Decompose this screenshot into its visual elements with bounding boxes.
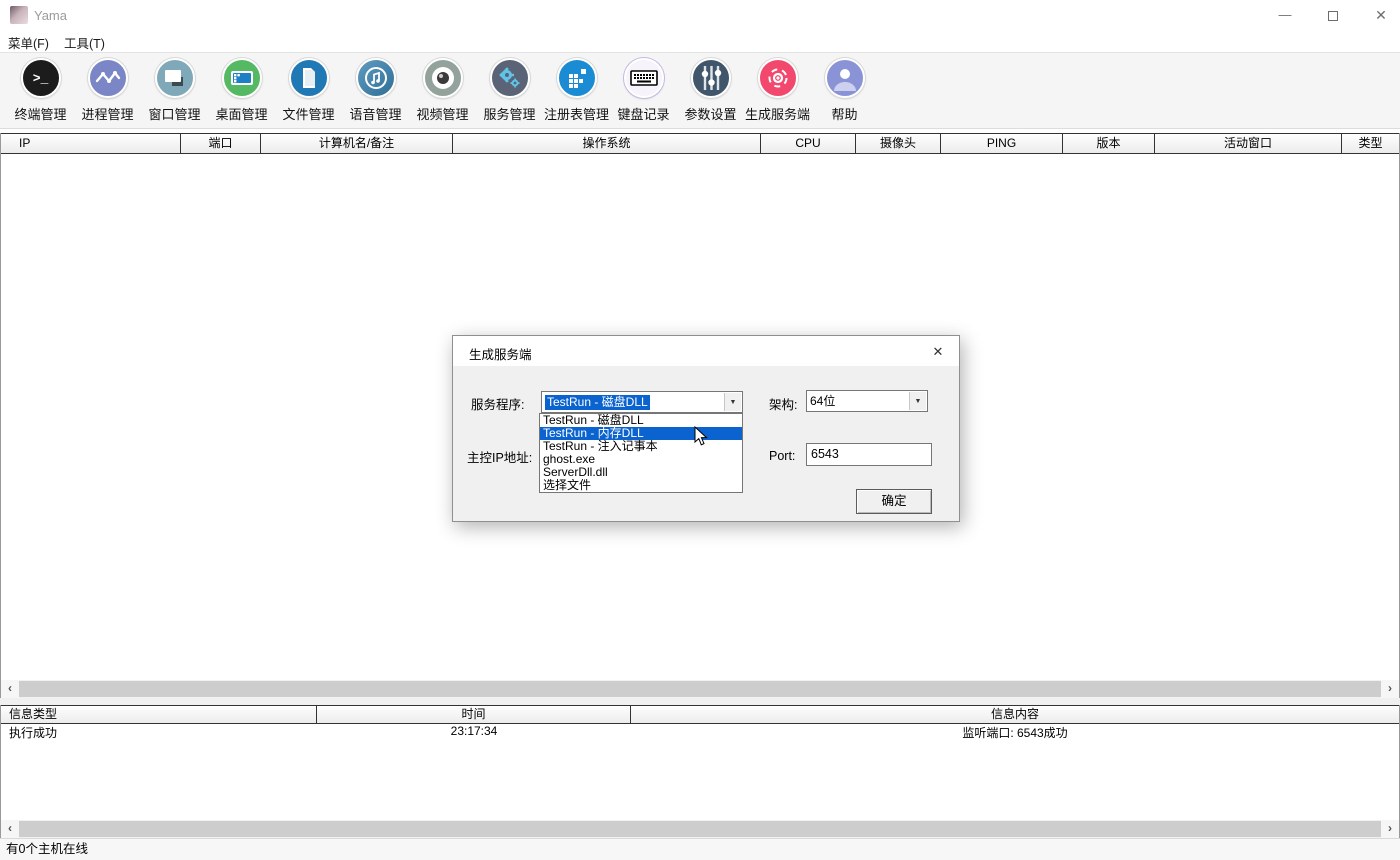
host-column-header[interactable]: 类型 (1342, 134, 1399, 153)
scroll-right-arrow-icon[interactable]: › (1381, 820, 1399, 838)
host-column-header[interactable]: 端口 (181, 134, 261, 153)
scrollbar-thumb[interactable] (19, 681, 1381, 697)
dropdown-item[interactable]: TestRun - 内存DLL (540, 427, 742, 440)
host-column-header[interactable]: 活动窗口 (1155, 134, 1342, 153)
host-column-header[interactable]: 版本 (1063, 134, 1155, 153)
toolbar-item-video[interactable]: 视频管理 (409, 53, 476, 128)
maximize-button[interactable] (1310, 0, 1356, 30)
log-column-header[interactable]: 信息类型 (1, 706, 317, 723)
dropdown-item[interactable]: 选择文件 (540, 479, 742, 492)
user-icon (825, 58, 865, 98)
log-list: 信息类型时间信息内容 执行成功23:17:34监听端口: 6543成功 (0, 705, 1400, 820)
scroll-left-arrow-icon[interactable]: ‹ (1, 680, 19, 698)
keyboard-icon (624, 58, 664, 98)
window-title: Yama (34, 8, 67, 23)
toolbar-item-keylog[interactable]: 键盘记录 (610, 53, 677, 128)
window-icon (155, 58, 195, 98)
menu-item-menu[interactable]: 菜单(F) (8, 33, 49, 52)
dropdown-item[interactable]: TestRun - 注入记事本 (540, 440, 742, 453)
desktop-icon (222, 58, 262, 98)
service-program-value: TestRun - 磁盘DLL (545, 395, 650, 410)
mouse-cursor (694, 426, 710, 448)
target-icon (758, 58, 798, 98)
toolbar-item-registry[interactable]: 注册表管理 (543, 53, 610, 128)
host-column-header[interactable]: PING (941, 134, 1063, 153)
log-table-header: 信息类型时间信息内容 (1, 705, 1399, 724)
minimize-button[interactable]: — (1262, 0, 1308, 30)
dialog-title: 生成服务端 (469, 344, 532, 363)
host-table-header: IP端口计算机名/备注操作系统CPU摄像头PING版本活动窗口类型 (1, 133, 1399, 154)
toolbar-item-terminal[interactable]: >_ 终端管理 (7, 53, 74, 128)
toolbar-item-settings[interactable]: 参数设置 (677, 53, 744, 128)
arch-value: 64位 (810, 394, 835, 409)
host-column-header[interactable]: IP (1, 134, 181, 153)
port-input[interactable]: 6543 (806, 443, 932, 466)
eye-icon (423, 58, 463, 98)
log-row[interactable]: 执行成功23:17:34监听端口: 6543成功 (1, 724, 1399, 741)
dialog-title-bar: 生成服务端 ✕ (453, 336, 959, 366)
dropdown-item[interactable]: ServerDll.dll (540, 466, 742, 479)
status-bar: 有0个主机在线 (0, 838, 1400, 860)
arch-label: 架构: (769, 394, 797, 413)
host-column-header[interactable]: 计算机名/备注 (261, 134, 453, 153)
chevron-down-icon[interactable]: ▼ (724, 393, 741, 411)
chevron-down-icon[interactable]: ▼ (909, 392, 926, 410)
scroll-right-arrow-icon[interactable]: › (1381, 680, 1399, 698)
close-button[interactable]: ✕ (1358, 0, 1400, 30)
toolbar-item-service[interactable]: 服务管理 (476, 53, 543, 128)
splitter (0, 698, 1400, 705)
toolbar-item-desktop[interactable]: 桌面管理 (208, 53, 275, 128)
sliders-icon (691, 58, 731, 98)
toolbar-item-voice[interactable]: 语音管理 (342, 53, 409, 128)
maximize-icon (1328, 11, 1338, 21)
log-column-header[interactable]: 时间 (317, 706, 631, 723)
app-icon (10, 6, 28, 24)
log-horizontal-scrollbar[interactable]: ‹ › (0, 820, 1400, 838)
ok-button[interactable]: 确定 (856, 489, 932, 514)
gears-icon (490, 58, 530, 98)
scrollbar-thumb[interactable] (19, 821, 1381, 837)
service-program-dropdown: TestRun - 磁盘DLLTestRun - 内存DLLTestRun - … (539, 413, 743, 493)
log-cell: 执行成功 (1, 724, 317, 741)
toolbar-item-file[interactable]: 文件管理 (275, 53, 342, 128)
arch-combobox[interactable]: 64位 ▼ (806, 390, 928, 412)
terminal-icon: >_ (21, 58, 61, 98)
registry-icon (557, 58, 597, 98)
master-ip-label: 主控IP地址: (467, 447, 532, 466)
service-program-label: 服务程序: (471, 394, 524, 413)
toolbar-item-build-server[interactable]: 生成服务端 (744, 53, 811, 128)
music-icon (356, 58, 396, 98)
dropdown-item[interactable]: TestRun - 磁盘DLL (540, 414, 742, 427)
host-column-header[interactable]: 操作系统 (453, 134, 761, 153)
host-column-header[interactable]: 摄像头 (856, 134, 941, 153)
menu-bar: 菜单(F) 工具(T) (0, 30, 1400, 52)
host-horizontal-scrollbar[interactable]: ‹ › (0, 680, 1400, 698)
toolbar-item-window[interactable]: 窗口管理 (141, 53, 208, 128)
activity-icon (88, 58, 128, 98)
service-program-combobox[interactable]: TestRun - 磁盘DLL ▼ (541, 391, 743, 413)
log-column-header[interactable]: 信息内容 (631, 706, 1399, 723)
dialog-close-icon[interactable]: ✕ (929, 343, 947, 361)
scroll-left-arrow-icon[interactable]: ‹ (1, 820, 19, 838)
file-icon (289, 58, 329, 98)
log-table-body: 执行成功23:17:34监听端口: 6543成功 (1, 724, 1399, 741)
toolbar-item-process[interactable]: 进程管理 (74, 53, 141, 128)
toolbar-item-help[interactable]: 帮助 (811, 53, 878, 128)
toolbar: >_ 终端管理 进程管理 窗口管理 桌面管理 文件管理 语音管理 (0, 52, 1400, 129)
port-label: Port: (769, 449, 795, 463)
host-column-header[interactable]: CPU (761, 134, 856, 153)
menu-item-tools[interactable]: 工具(T) (64, 33, 105, 52)
dropdown-item[interactable]: ghost.exe (540, 453, 742, 466)
log-cell: 监听端口: 6543成功 (631, 724, 1399, 741)
title-bar: Yama — ✕ (0, 0, 1400, 30)
log-cell: 23:17:34 (317, 724, 631, 741)
